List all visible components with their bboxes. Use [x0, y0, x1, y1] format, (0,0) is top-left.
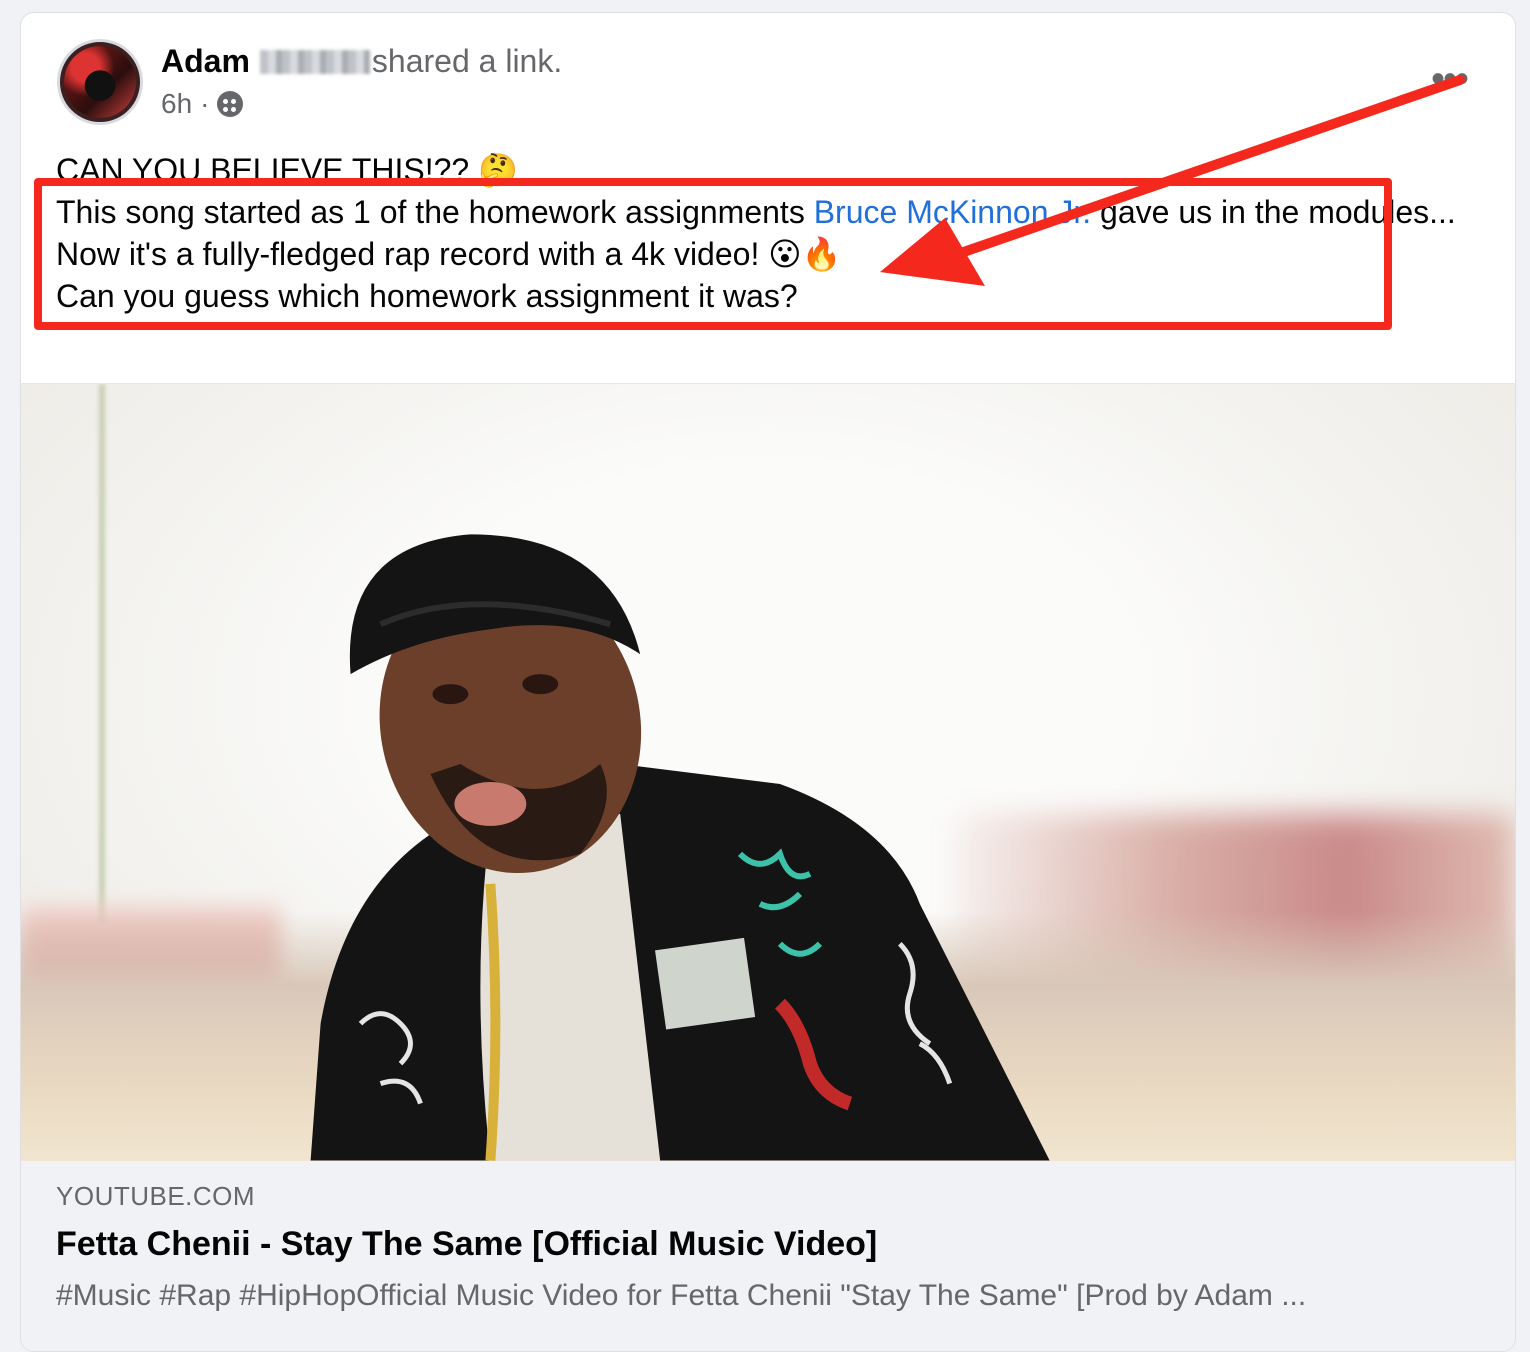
rapper-figure [310, 534, 1050, 1161]
shared-link-text: shared a link. [371, 43, 563, 79]
post-header: Adam shared a link. [161, 41, 562, 81]
post-line: Can you guess which homework assignment … [56, 278, 798, 314]
link-description: #Music #Rap #HipHopOfficial Music Video … [56, 1279, 1307, 1312]
link-thumbnail[interactable] [21, 384, 1515, 1161]
post-line: Now it's a fully-fledged rap record with… [56, 236, 842, 272]
link-domain: YOUTUBE.COM [56, 1181, 256, 1211]
post-line-text: gave us in the modules... [1091, 194, 1456, 230]
author-name[interactable]: Adam [161, 43, 250, 79]
post-timestamp[interactable]: 6h [161, 87, 192, 121]
link-title[interactable]: Fetta Chenii - Stay The Same [Official M… [56, 1225, 877, 1264]
redacted-surname [259, 50, 370, 74]
group-audience-icon[interactable] [217, 91, 244, 117]
mention-link[interactable]: Bruce McKinnon Jr. [814, 194, 1091, 230]
post-line: This song started as 1 of the homework a… [56, 191, 1456, 233]
post-line: CAN YOU BELIEVE THIS!?? 🤔 [56, 152, 518, 188]
more-options-button[interactable]: ••• [1431, 59, 1469, 99]
link-preview-footer[interactable]: YOUTUBE.COM Fetta Chenii - Stay The Same… [21, 1161, 1515, 1351]
post-meta: 6h · [161, 87, 244, 121]
avatar-image [64, 46, 136, 118]
post-line-text: This song started as 1 of the homework a… [56, 194, 814, 230]
meta-separator: · [200, 88, 210, 119]
post-card: Adam shared a link. 6h · ••• CAN YOU BELI… [20, 12, 1516, 1352]
post-body: CAN YOU BELIEVE THIS!?? 🤔 This song star… [56, 149, 1456, 317]
author-avatar[interactable] [57, 39, 143, 125]
